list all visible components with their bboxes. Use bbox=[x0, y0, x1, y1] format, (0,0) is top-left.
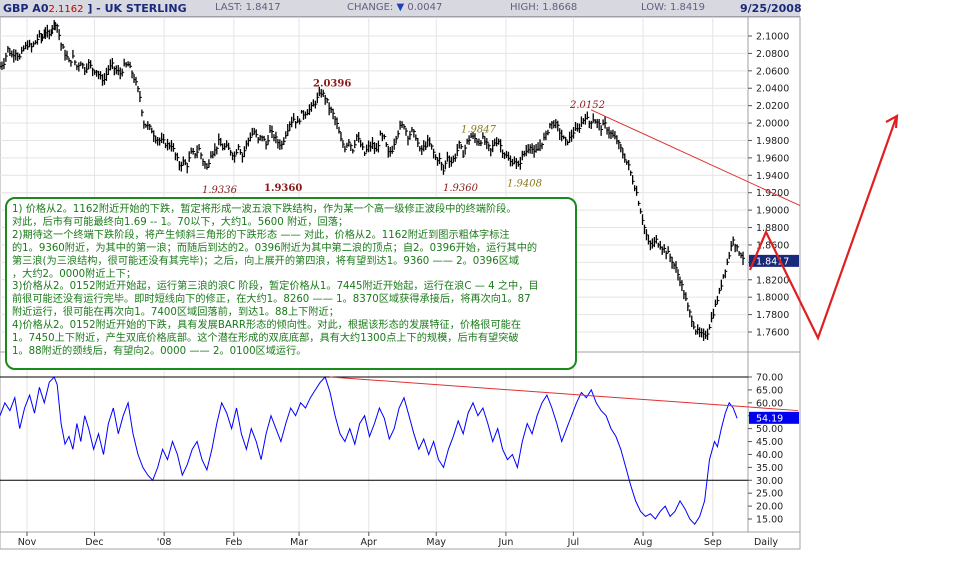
annotation-line: 1。88附近的颈线后，有望向2。0000 —— 2。0100区域运行。 bbox=[12, 345, 307, 357]
annotation-line: 的1。9360附近，为其中的第一浪；而随后到达的2。0396附近为其中第二浪的顶… bbox=[12, 242, 538, 254]
annotation-line: 第三浪(为三浪结构，很可能还没有其完毕)；之后，向上展开的第四浪，将有望到达1。… bbox=[12, 255, 520, 267]
annotation-line: 1) 价格从2。1162附近开始的下跌，暂定将形成一波五浪下跌结构，作为某一个高… bbox=[12, 204, 517, 215]
last-price-label: 1.8417 bbox=[756, 256, 789, 267]
price-tick-label: 1.9800 bbox=[756, 136, 789, 147]
price-tick-label: 2.0400 bbox=[756, 84, 789, 95]
rsi-tick-label: 30.00 bbox=[756, 476, 783, 487]
annotation-line: 附近运行，很可能在再次向1。7400区域回落前，到达1。88上下附近； bbox=[12, 307, 339, 319]
wave-label: 2.0152 bbox=[569, 100, 605, 111]
wave-label: 1.9360 bbox=[264, 183, 302, 194]
wave-label: 1.9408 bbox=[507, 179, 542, 190]
x-tick-label: Apr bbox=[361, 537, 378, 548]
rsi-tick-label: 70.00 bbox=[756, 373, 783, 384]
rsi-plot-area bbox=[0, 351, 749, 533]
wave-label: 1.9847 bbox=[461, 124, 497, 135]
annotation-line: 3)价格从2。0152附近开始起，运行第三浪的浪C 阶段，暂定价格从1。7445… bbox=[12, 281, 539, 293]
rsi-tick-label: 50.00 bbox=[756, 424, 783, 435]
price-tick-label: 1.7600 bbox=[756, 328, 789, 339]
price-tick-label: 1.8200 bbox=[756, 275, 789, 286]
price-tick-label: 1.9200 bbox=[756, 188, 789, 199]
rsi-panel: 70.0065.0060.0055.0050.0045.0040.0035.00… bbox=[0, 351, 801, 533]
wave-label: 1.9336 bbox=[202, 185, 238, 196]
x-tick-label: Mar bbox=[290, 537, 308, 548]
price-tick-label: 1.9600 bbox=[756, 153, 789, 164]
annotation-line: 2)期待这一个终端下跌阶段，将产生倾斜三角形的下跌形态 —— 对此，价格从2。1… bbox=[12, 229, 510, 241]
rsi-tick-label: 40.00 bbox=[756, 450, 783, 461]
x-tick-label: '08 bbox=[157, 537, 172, 548]
x-tick-label: May bbox=[426, 537, 446, 548]
rsi-tick-label: 65.00 bbox=[756, 385, 783, 396]
x-tick-label: Jun bbox=[498, 537, 514, 548]
x-tick-label: Jul bbox=[567, 537, 579, 548]
price-tick-label: 2.1000 bbox=[756, 32, 789, 43]
x-tick-label: Nov bbox=[18, 537, 37, 548]
price-tick-label: 1.8800 bbox=[756, 223, 789, 234]
price-tick-label: 1.8000 bbox=[756, 293, 789, 304]
price-tick-label: 2.0800 bbox=[756, 49, 789, 60]
annotation-line: ，大约2。0000附近上下； bbox=[12, 268, 137, 280]
wave-label: 1.9360 bbox=[443, 183, 479, 194]
rsi-tick-label: 25.00 bbox=[756, 489, 783, 500]
annotation-line: 前很可能还没有运行完毕。即时短线向下的修正，在大约1。8260 —— 1。837… bbox=[12, 294, 531, 306]
price-tick-label: 2.0200 bbox=[756, 101, 789, 112]
x-tick-label: Feb bbox=[225, 537, 242, 548]
x-tick-label: Dec bbox=[85, 537, 103, 548]
analysis-annotation-box: 1) 价格从2。1162附近开始的下跌，暂定将形成一波五浪下跌结构，作为某一个高… bbox=[5, 197, 577, 370]
price-tick-label: 1.7800 bbox=[756, 310, 789, 321]
x-tick-label: Sep bbox=[704, 537, 722, 548]
rsi-last-label: 54.19 bbox=[756, 413, 783, 424]
annotation-line: 4)价格从2。0152附近开始的下跌，具有发展BARR形态的倾向性。对此，根据该… bbox=[12, 320, 522, 332]
annotation-line: 1。7450上下附近，产生双底价格底部。这个潜在形成的双底底部，具有大约1300… bbox=[12, 333, 519, 345]
price-tick-label: 2.0600 bbox=[756, 66, 789, 77]
x-axis-area bbox=[0, 531, 801, 550]
rsi-tick-label: 20.00 bbox=[756, 502, 783, 513]
price-tick-label: 1.9000 bbox=[756, 206, 789, 217]
price-tick-label: 1.9400 bbox=[756, 171, 789, 182]
price-tick-label: 2.0000 bbox=[756, 119, 789, 130]
x-axis-periodicity-label: Daily bbox=[754, 537, 778, 548]
x-tick-label: Aug bbox=[634, 537, 653, 548]
rsi-tick-label: 15.00 bbox=[756, 515, 783, 526]
x-axis: Nov Dec '08 Feb Mar Apr May Jun Jul Aug Sep Daily bbox=[0, 531, 801, 550]
wave-label: 2.0396 bbox=[313, 79, 351, 90]
rsi-tick-label: 35.00 bbox=[756, 463, 783, 474]
annotation-line: 对此，后市有可能最终向1.69 -- 1。70以下，大约1。5600 附近，回落… bbox=[12, 216, 349, 228]
rsi-tick-label: 45.00 bbox=[756, 437, 783, 448]
